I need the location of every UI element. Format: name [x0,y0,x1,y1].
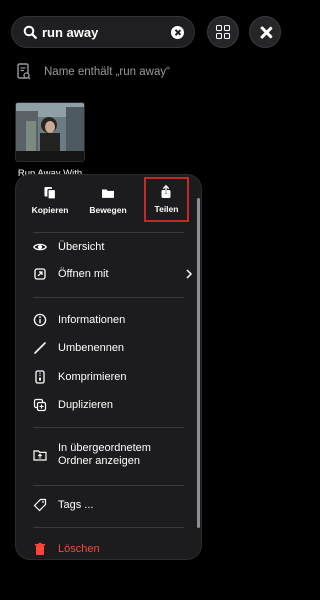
folder-icon [102,189,114,198]
divider [33,527,184,528]
menu-item-delete[interactable]: Löschen [33,539,193,559]
search-field[interactable]: run away [11,16,195,48]
duplicate-icon [33,398,47,412]
move-button[interactable]: Bewegen [82,175,134,227]
menu-item-tags[interactable]: Tags ... [33,495,193,515]
video-thumbnail[interactable] [15,102,85,162]
menu-item-overview[interactable]: Übersicht [33,237,193,257]
info-icon [33,313,47,327]
menu-item-info[interactable]: Informationen [33,310,193,330]
folder-up-icon [33,450,47,461]
move-label: Bewegen [89,205,127,215]
video-preview-image [16,103,84,161]
tag-icon [33,498,47,512]
menu-item-open-with[interactable]: Öffnen mit [33,264,193,284]
archive-icon [35,370,45,384]
share-icon [161,185,171,198]
menu-scrollbar[interactable] [197,198,200,528]
open-with-icon [34,268,46,280]
divider [33,232,184,233]
pencil-icon [34,342,46,354]
close-button[interactable] [249,16,281,48]
divider [33,297,184,298]
share-label: Teilen [154,204,179,214]
search-icon [23,25,37,39]
divider [33,427,184,428]
divider [33,485,184,486]
clear-search-icon[interactable] [171,26,184,39]
filter-text: Name enthält „run away“ [44,66,170,78]
share-button[interactable]: Teilen [144,177,189,222]
copy-icon [44,187,57,200]
menu-item-rename[interactable]: Umbenennen [33,338,193,358]
context-menu: Kopieren Bewegen Teilen Übersicht Öffnen… [16,175,201,559]
menu-item-compress[interactable]: Komprimieren [33,367,193,387]
eye-icon [33,243,47,251]
search-input[interactable]: run away [42,25,98,40]
menu-item-show-in-parent[interactable]: In übergeordnetem Ordner anzeigen [33,442,193,470]
chevron-right-icon [186,269,193,279]
document-search-icon [17,63,31,80]
menu-item-duplicate[interactable]: Duplizieren [33,395,193,415]
copy-label: Kopieren [31,205,69,215]
copy-button[interactable]: Kopieren [24,175,76,227]
quick-actions: Kopieren Bewegen Teilen [16,175,201,227]
name-filter-row: Name enthält „run away“ [17,62,170,82]
grid-icon [216,25,222,31]
grid-view-button[interactable] [207,16,239,48]
trash-icon [34,542,46,555]
